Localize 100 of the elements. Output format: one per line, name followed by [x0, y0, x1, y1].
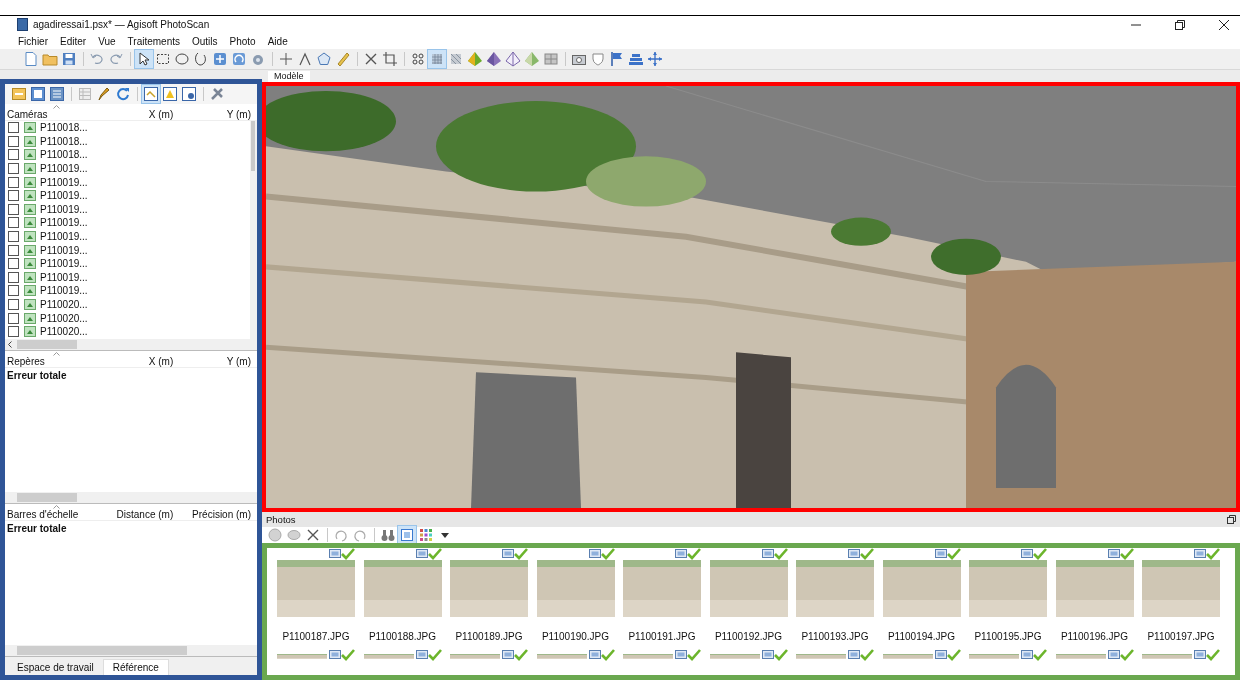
menu-item[interactable]: Outils — [192, 35, 218, 47]
menu-item[interactable]: Editer — [60, 35, 87, 47]
document-icon[interactable] — [22, 50, 40, 68]
photo-thumbnail[interactable] — [709, 560, 788, 617]
camera-label[interactable]: P110020... — [40, 312, 88, 324]
photo-thumbnail[interactable] — [363, 560, 442, 617]
photo-thumbnail[interactable] — [450, 560, 528, 617]
save-icon[interactable] — [60, 50, 78, 68]
checkbox[interactable] — [8, 285, 19, 297]
enable-camera-icon[interactable] — [266, 526, 284, 544]
photo-thumbnail[interactable] — [277, 560, 355, 617]
camera-label[interactable]: P110018... — [40, 149, 88, 161]
move-arrows-icon[interactable] — [646, 50, 664, 68]
thumbnail-view-icon[interactable] — [398, 526, 416, 544]
photo-thumbnail[interactable] — [1142, 560, 1220, 617]
rotate-object-icon[interactable] — [230, 50, 248, 68]
photo-thumbnail[interactable] — [450, 654, 500, 659]
checkbox[interactable] — [8, 231, 19, 243]
camera-label[interactable]: P110018... — [40, 135, 88, 147]
menu-item[interactable]: Aide — [267, 35, 288, 47]
import-icon[interactable] — [10, 85, 28, 103]
checkbox[interactable] — [8, 149, 19, 161]
shield-icon[interactable] — [589, 50, 607, 68]
photo-thumbnail[interactable] — [363, 654, 414, 659]
color-grid-icon[interactable] — [417, 526, 435, 544]
checkbox[interactable] — [8, 244, 19, 256]
close-icon[interactable] — [1218, 18, 1230, 31]
photo-thumbnail[interactable] — [536, 560, 615, 617]
checkbox[interactable] — [8, 217, 19, 229]
textured-pyramid-icon[interactable] — [523, 50, 541, 68]
point-cloud-icon[interactable] — [409, 50, 427, 68]
column-header[interactable]: Y (m) — [177, 355, 255, 367]
warning-view-icon[interactable] — [161, 85, 179, 103]
photo-thumbnail[interactable] — [623, 654, 673, 659]
photo-thumbnail[interactable] — [1142, 654, 1192, 659]
checkbox[interactable] — [8, 312, 19, 324]
column-header[interactable]: Distance (m) — [99, 508, 178, 520]
export-table-icon[interactable] — [48, 85, 66, 103]
column-header[interactable]: Repères — [7, 355, 100, 367]
column-header[interactable]: Précision (m) — [177, 508, 255, 520]
photo-thumbnail[interactable] — [796, 560, 874, 617]
checkbox[interactable] — [8, 326, 19, 338]
vertical-scrollbar[interactable] — [250, 121, 257, 339]
ellipse-select-icon[interactable] — [173, 50, 191, 68]
camera-label[interactable]: P110019... — [40, 244, 88, 256]
scroll-left-icon[interactable] — [8, 340, 12, 348]
checkbox[interactable] — [8, 190, 19, 202]
photo-thumbnail[interactable] — [623, 560, 701, 617]
checkbox[interactable] — [8, 122, 19, 134]
solid-pyramid-icon[interactable] — [485, 50, 503, 68]
menu-item[interactable]: Vue — [98, 35, 116, 47]
photo-thumbnail[interactable] — [796, 654, 846, 659]
horizontal-scrollbar[interactable] — [5, 491, 257, 503]
column-header[interactable]: Caméras — [7, 109, 100, 120]
camera-label[interactable]: P110018... — [40, 122, 88, 134]
camera-label[interactable]: P110019... — [40, 203, 88, 215]
column-header[interactable]: Y (m) — [177, 109, 255, 120]
export-table-icon[interactable] — [29, 85, 47, 103]
wireframe-pyramid-icon[interactable] — [504, 50, 522, 68]
camera-label[interactable]: P110020... — [40, 326, 88, 338]
checkbox[interactable] — [8, 203, 19, 215]
camera-label[interactable]: P110019... — [40, 271, 88, 283]
model-tab[interactable]: Modèle — [268, 71, 310, 82]
photo-thumbnail[interactable] — [1055, 560, 1134, 617]
shaded-pyramid-icon[interactable] — [466, 50, 484, 68]
cursor-icon[interactable] — [135, 50, 153, 68]
column-header[interactable]: X (m) — [99, 355, 178, 367]
move-object-icon[interactable] — [211, 50, 229, 68]
horizontal-scrollbar[interactable] — [5, 338, 257, 350]
camera-label[interactable]: P110020... — [40, 299, 88, 310]
camera-label[interactable]: P110019... — [40, 163, 88, 175]
crop-icon[interactable] — [381, 50, 399, 68]
menu-item[interactable]: Traitements — [127, 35, 180, 47]
camera-label[interactable]: P110019... — [40, 190, 88, 202]
panel-tab[interactable]: Espace de travail — [8, 660, 103, 675]
checkbox[interactable] — [8, 299, 19, 310]
photo-thumbnail[interactable] — [969, 654, 1019, 659]
camera-label[interactable]: P110019... — [40, 258, 88, 270]
camera-view-icon[interactable] — [142, 85, 160, 103]
tiled-model-icon[interactable] — [542, 50, 560, 68]
photo-thumbnail[interactable] — [277, 654, 327, 659]
scale-view-icon[interactable] — [180, 85, 198, 103]
checkbox[interactable] — [8, 258, 19, 270]
pentagon-icon[interactable] — [315, 50, 333, 68]
camera-label[interactable]: P110019... — [40, 285, 88, 297]
photo-thumbnail[interactable] — [1055, 654, 1106, 659]
photo-thumbnail[interactable] — [882, 560, 961, 617]
restore-icon[interactable] — [1174, 18, 1186, 31]
refresh-icon[interactable] — [114, 85, 132, 103]
column-header[interactable]: Barres d'échelle — [7, 508, 100, 520]
checkbox[interactable] — [8, 163, 19, 175]
photo-thumbnail[interactable] — [882, 654, 933, 659]
photo-thumbnail[interactable] — [709, 654, 760, 659]
camera-label[interactable]: P110019... — [40, 231, 88, 243]
checkbox[interactable] — [8, 271, 19, 283]
checkbox[interactable] — [8, 135, 19, 147]
photo-thumbnail[interactable] — [969, 560, 1047, 617]
camera-label[interactable]: P110019... — [40, 176, 88, 188]
photo-thumbnail[interactable] — [536, 654, 587, 659]
checkbox[interactable] — [8, 176, 19, 188]
